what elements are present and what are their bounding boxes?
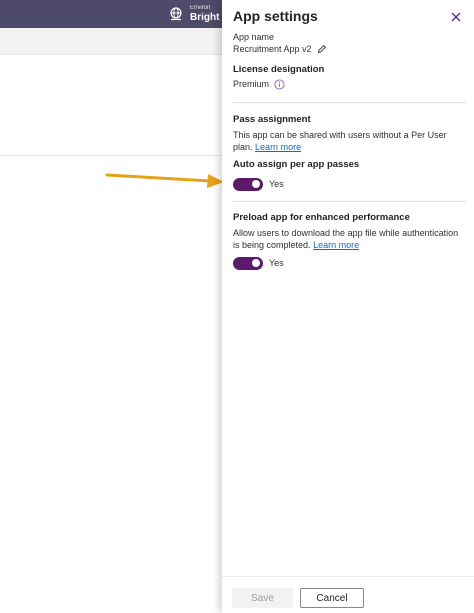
preload-learn-more-link[interactable]: Learn more <box>313 240 359 250</box>
pencil-icon[interactable] <box>317 44 327 54</box>
license-row: Premium <box>233 78 466 90</box>
environment-picker[interactable]: Environ Bright <box>168 1 219 27</box>
auto-assign-heading: Auto assign per app passes <box>233 159 360 170</box>
toggle-knob <box>252 259 260 267</box>
panel-title: App settings <box>233 8 318 24</box>
cancel-button[interactable]: Cancel <box>300 588 364 608</box>
auto-assign-toggle-row: Yes <box>233 176 466 192</box>
environment-text: Environ Bright <box>190 5 219 23</box>
preload-toggle[interactable] <box>233 256 263 270</box>
background-divider <box>0 155 222 156</box>
save-button[interactable]: Save <box>232 588 293 608</box>
pass-assignment-description: This app can be shared with users withou… <box>233 129 466 153</box>
panel-content: App name Recruitment App v2 License desi… <box>233 32 466 271</box>
app-name-row: Recruitment App v2 <box>233 43 466 55</box>
preload-toggle-label: Yes <box>269 258 284 268</box>
app-name-value: Recruitment App v2 <box>233 44 312 54</box>
license-value: Premium <box>233 79 270 89</box>
auto-assign-toggle-label: Yes <box>269 179 284 189</box>
close-icon[interactable] <box>450 11 462 23</box>
app-name-label: App name <box>233 32 275 42</box>
pass-assignment-heading: Pass assignment <box>233 114 311 125</box>
panel-footer: Save Cancel <box>222 576 474 613</box>
environment-label: Environ <box>190 5 211 11</box>
app-settings-panel: App settings App name Recruitment App v2… <box>222 0 474 613</box>
preload-toggle-row: Yes <box>233 255 466 271</box>
environment-icon <box>170 7 182 21</box>
environment-name: Bright <box>190 12 220 23</box>
auto-assign-toggle[interactable] <box>233 177 263 191</box>
annotation-arrow-icon <box>105 173 224 188</box>
pass-assignment-learn-more-link[interactable]: Learn more <box>255 142 301 152</box>
preload-heading: Preload app for enhanced performance <box>233 212 410 223</box>
preload-description: Allow users to download the app file whi… <box>233 227 466 251</box>
license-label: License designation <box>233 64 325 75</box>
toggle-knob <box>252 180 260 188</box>
info-icon[interactable] <box>274 78 285 90</box>
